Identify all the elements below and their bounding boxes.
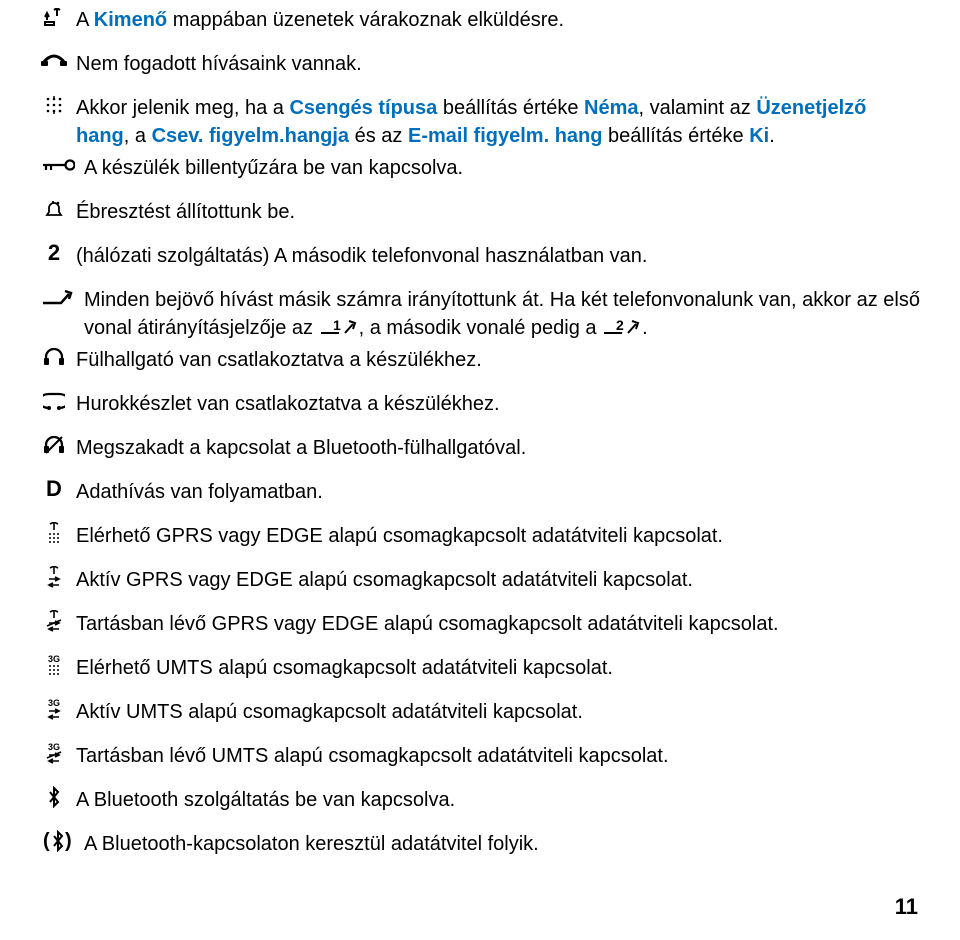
line2-icon: 2 [38,242,70,264]
indicator-line2: 2 (hálózati szolgáltatás) A második tele… [38,242,922,270]
indicator-text: Nem fogadott hívásaink vannak. [76,50,922,78]
indicator-text: Hurokkészlet van csatlakoztatva a készül… [76,390,922,418]
indicator-text: Megszakadt a kapcsolat a Bluetooth-fülha… [76,434,922,462]
indicator-gprs-hold: Tartásban lévő GPRS vagy EDGE alapú csom… [38,610,922,638]
indicator-text: A Kimenő mappában üzenetek várakoznak el… [76,6,922,34]
manual-page: A Kimenő mappában üzenetek várakoznak el… [0,0,960,940]
bluetooth-icon [38,786,70,808]
divert-line2-icon: 2 [602,318,642,336]
umts-hold-icon: 3G [38,742,70,764]
gprs-available-icon [38,522,70,544]
svg-text:1: 1 [333,319,341,333]
umts-available-icon: 3G [38,654,70,676]
indicator-text: Akkor jelenik meg, ha a Csengés típusa b… [76,94,922,150]
datacall-icon: D [38,478,70,500]
missed-call-icon [38,50,70,72]
bluetooth-transfer-icon: () [38,830,78,852]
indicator-text: (hálózati szolgáltatás) A második telefo… [76,242,922,270]
indicator-datacall: D Adathívás van folyamatban. [38,478,922,506]
indicator-missed-call: Nem fogadott hívásaink vannak. [38,50,922,78]
headset-icon [38,346,70,368]
indicator-gprs-available: Elérhető GPRS vagy EDGE alapú csomagkapc… [38,522,922,550]
indicator-text: Elérhető GPRS vagy EDGE alapú csomagkapc… [76,522,922,550]
indicator-bluetooth-transfer: () A Bluetooth-kapcsolaton keresztül ada… [38,830,922,858]
indicator-headset: Fülhallgató van csatlakoztatva a készülé… [38,346,922,374]
loopset-icon [38,390,70,412]
indicator-text: A készülék billentyűzára be van kapcsolv… [84,154,922,182]
indicator-text: Adathívás van folyamatban. [76,478,922,506]
indicator-text: Tartásban lévő UMTS alapú csomagkapcsolt… [76,742,922,770]
indicator-umts-active: 3G Aktív UMTS alapú csomagkapcsolt adatá… [38,698,922,726]
divert-icon [38,286,78,308]
svg-text:3G: 3G [48,742,60,752]
indicator-keylock: A készülék billentyűzára be van kapcsolv… [38,154,922,182]
svg-text:(: ( [43,830,50,852]
indicator-silent: Akkor jelenik meg, ha a Csengés típusa b… [38,94,922,150]
divert-line1-icon: 1 [319,318,359,336]
indicator-gprs-active: Aktív GPRS vagy EDGE alapú csomagkapcsol… [38,566,922,594]
indicator-text: Aktív GPRS vagy EDGE alapú csomagkapcsol… [76,566,922,594]
indicator-text: Elérhető UMTS alapú csomagkapcsolt adatá… [76,654,922,682]
indicator-text: Ébresztést állítottunk be. [76,198,922,226]
umts-active-icon: 3G [38,698,70,720]
gprs-active-icon [38,566,70,588]
svg-text:3G: 3G [48,698,60,708]
svg-text:): ) [65,830,72,852]
bt-headset-lost-icon [38,434,70,456]
indicator-text: A Bluetooth-kapcsolaton keresztül adatát… [84,830,922,858]
indicator-outbox: A Kimenő mappában üzenetek várakoznak el… [38,6,922,34]
indicator-text: Fülhallgató van csatlakoztatva a készülé… [76,346,922,374]
indicator-text: Aktív UMTS alapú csomagkapcsolt adatátvi… [76,698,922,726]
indicator-umts-hold: 3G Tartásban lévő UMTS alapú csomagkapcs… [38,742,922,770]
svg-text:2: 2 [616,319,624,333]
indicator-text: Minden bejövő hívást másik számra irányí… [84,286,922,342]
gprs-hold-icon [38,610,70,632]
outbox-icon [38,6,70,28]
page-number: 11 [38,874,922,920]
indicator-bluetooth: A Bluetooth szolgáltatás be van kapcsolv… [38,786,922,814]
indicator-text: Tartásban lévő GPRS vagy EDGE alapú csom… [76,610,922,638]
indicator-divert: Minden bejövő hívást másik számra irányí… [38,286,922,342]
indicator-umts-available: 3G Elérhető UMTS alapú csomagkapcsolt ad… [38,654,922,682]
keylock-icon [38,154,78,176]
svg-text:3G: 3G [48,654,60,664]
indicator-text: A Bluetooth szolgáltatás be van kapcsolv… [76,786,922,814]
indicator-bt-headset-lost: Megszakadt a kapcsolat a Bluetooth-fülha… [38,434,922,462]
indicator-loopset: Hurokkészlet van csatlakoztatva a készül… [38,390,922,418]
alarm-icon [38,198,70,220]
silent-icon [38,94,70,116]
indicator-alarm: Ébresztést állítottunk be. [38,198,922,226]
